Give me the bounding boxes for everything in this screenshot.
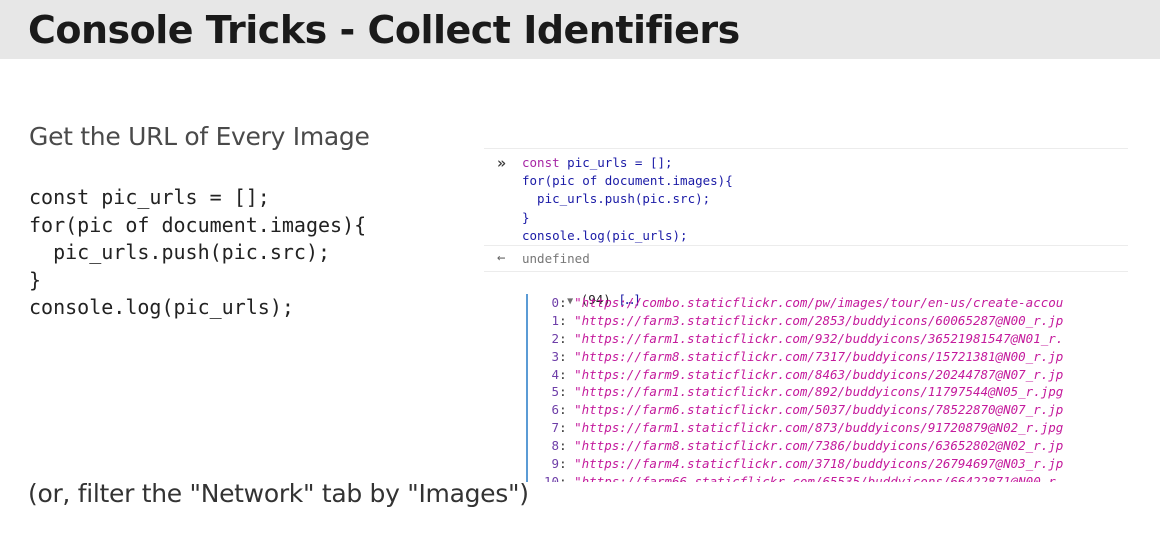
- array-index: 4: [551, 366, 560, 382]
- array-url-value: "https://farm3.staticflickr.com/2853/bud…: [574, 312, 1064, 328]
- array-url-value: "https://farm8.staticflickr.com/7386/bud…: [574, 438, 1064, 454]
- array-item[interactable]: 3: "https://farm8.staticflickr.com/7317/…: [544, 348, 1064, 366]
- console-input-text: pic_urls = [];: [567, 155, 673, 170]
- array-index: 2: [551, 330, 560, 346]
- array-url-value: "https://farm1.staticflickr.com/932/budd…: [574, 330, 1064, 346]
- array-index-colon: :: [559, 384, 575, 400]
- array-index: 6: [551, 402, 560, 418]
- array-index: 3: [551, 348, 560, 364]
- console-input: const pic_urls = []; for(pic of document…: [522, 154, 733, 245]
- array-index-colon: :: [559, 295, 575, 310]
- array-item[interactable]: 1: "https://farm3.staticflickr.com/2853/…: [544, 312, 1064, 330]
- code-line: console.log(pic_urls);: [29, 295, 294, 319]
- console-return-value: undefined: [522, 251, 590, 266]
- console-divider: [484, 271, 1128, 272]
- array-item[interactable]: 10: "https://farm66.staticflickr.com/655…: [544, 473, 1063, 482]
- array-index-colon: :: [559, 438, 575, 454]
- array-item[interactable]: 5: "https://farm1.staticflickr.com/892/b…: [544, 383, 1064, 401]
- array-item[interactable]: 7: "https://farm1.staticflickr.com/873/b…: [544, 419, 1064, 437]
- array-index: 0: [551, 295, 560, 310]
- array-url-value: "https://combo.staticflickr.com/pw/image…: [574, 295, 1064, 310]
- slide: Console Tricks - Collect Identifiers Get…: [0, 0, 1160, 543]
- console-divider: [484, 148, 1128, 149]
- array-url-value: "https://farm1.staticflickr.com/892/budd…: [574, 384, 1064, 400]
- console-input-line: for(pic of document.images){: [522, 172, 733, 190]
- array-item[interactable]: 0: "https://combo.staticflickr.com/pw/im…: [544, 294, 1064, 312]
- array-items: 0: "https://combo.staticflickr.com/pw/im…: [544, 294, 1063, 482]
- code-line: const pic_urls = [];: [29, 185, 270, 209]
- slide-title: Console Tricks - Collect Identifiers: [28, 8, 740, 52]
- array-index-colon: :: [559, 402, 575, 418]
- array-url-value: "https://farm8.staticflickr.com/7317/bud…: [574, 348, 1064, 364]
- console-input-line: }: [522, 209, 733, 227]
- array-item[interactable]: 2: "https://farm1.staticflickr.com/932/b…: [544, 330, 1064, 348]
- title-bar: Console Tricks - Collect Identifiers: [0, 0, 1160, 59]
- console-input-line: const pic_urls = [];: [522, 155, 673, 170]
- code-line: for(pic of document.images){: [29, 212, 367, 237]
- console-divider: [484, 245, 1128, 246]
- array-index: 7: [551, 420, 560, 436]
- console-input-line: pic_urls.push(pic.src);: [522, 190, 733, 208]
- array-index: 9: [551, 456, 560, 472]
- array-index-colon: :: [559, 330, 575, 346]
- array-index: 5: [551, 384, 560, 400]
- code-line: pic_urls.push(pic.src);: [29, 240, 331, 264]
- array-url-value: "https://farm1.staticflickr.com/873/budd…: [574, 420, 1064, 436]
- array-index: 1: [551, 312, 560, 328]
- array-url-value: "https://farm4.staticflickr.com/3718/bud…: [574, 456, 1064, 472]
- array-index: 8: [551, 438, 560, 454]
- array-index-colon: :: [559, 456, 575, 472]
- array-index: 10: [544, 473, 560, 482]
- array-url-value: "https://farm66.staticflickr.com/65535/b…: [574, 473, 1056, 482]
- footer-note: (or, filter the "Network" tab by "Images…: [28, 479, 529, 508]
- array-index-colon: :: [559, 473, 575, 482]
- array-item[interactable]: 8: "https://farm8.staticflickr.com/7386/…: [544, 437, 1064, 455]
- array-url-value: "https://farm9.staticflickr.com/8463/bud…: [574, 366, 1064, 382]
- array-index-colon: :: [559, 420, 575, 436]
- devtools-console-screenshot: » const pic_urls = []; for(pic of docume…: [484, 148, 1128, 482]
- console-input-text: }: [522, 209, 530, 225]
- code-snippet: const pic_urls = []; for(pic of document…: [29, 184, 366, 322]
- tree-guide-line: [526, 294, 528, 482]
- array-item[interactable]: 6: "https://farm6.staticflickr.com/5037/…: [544, 401, 1064, 419]
- double-chevron-prompt-icon: »: [497, 154, 507, 172]
- slide-subtitle: Get the URL of Every Image: [29, 122, 370, 151]
- array-item[interactable]: 9: "https://farm4.staticflickr.com/3718/…: [544, 455, 1064, 473]
- code-line: }: [29, 267, 42, 292]
- array-index-colon: :: [559, 312, 575, 328]
- console-input-text: pic_urls.push(pic.src);: [522, 191, 711, 207]
- console-input-line: console.log(pic_urls);: [522, 227, 733, 245]
- array-item[interactable]: 4: "https://farm9.staticflickr.com/8463/…: [544, 366, 1064, 384]
- return-arrow-icon: ←: [497, 250, 506, 266]
- array-index-colon: :: [559, 366, 575, 382]
- console-input-text: console.log(pic_urls);: [522, 227, 688, 243]
- array-url-value: "https://farm6.staticflickr.com/5037/bud…: [574, 402, 1064, 418]
- array-index-colon: :: [559, 348, 575, 364]
- console-input-text: for(pic of document.images){: [522, 173, 733, 189]
